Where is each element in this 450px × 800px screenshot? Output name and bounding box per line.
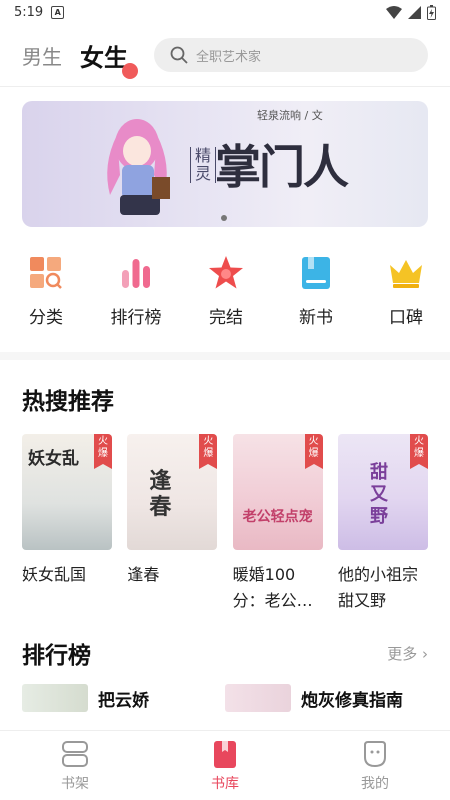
notification-icon: A <box>51 5 65 19</box>
book-card[interactable]: 甜又野 火爆 他的小祖宗甜又野 <box>337 434 428 614</box>
category-label: 完结 <box>209 308 243 328</box>
book-card[interactable]: 逢春 火爆 逢春 <box>127 434 218 614</box>
star-completed-icon <box>209 256 243 289</box>
header-divider <box>0 86 450 87</box>
nav-profile[interactable]: 我的 <box>330 739 420 793</box>
ranking-book-title: 把云娇 <box>98 690 149 711</box>
ranking-list: 把云娇 炮灰修真指南 <box>0 670 450 712</box>
banner-tag: 精灵 <box>190 147 216 183</box>
book-cover: 逢春 火爆 <box>127 434 218 550</box>
book-cover: 妖女乱 火爆 <box>22 434 112 550</box>
book-title: 他的小祖宗甜又野 <box>337 565 418 610</box>
hot-badge: 火爆 <box>94 434 112 469</box>
cover-title: 妖女乱 <box>28 449 79 469</box>
tab-female[interactable]: 女生 <box>80 38 138 79</box>
banner-author: 轻泉流响 / 文 <box>257 109 323 122</box>
cover-title: 老公轻点宠 <box>242 509 313 525</box>
more-link[interactable]: 更多 › <box>387 643 428 664</box>
hot-badge: 火爆 <box>199 434 218 469</box>
ranking-cover <box>22 684 88 712</box>
top-header: 男生 女生 全职艺术家 <box>0 24 450 86</box>
book-title: 暖婚100分：老公… <box>232 565 313 610</box>
category-item-reputation[interactable]: 口碑 <box>382 255 430 328</box>
hot-badge: 火爆 <box>304 434 323 469</box>
status-bar: 5:19 A <box>0 0 450 24</box>
category-grid-icon <box>30 257 62 289</box>
bookshelf-icon <box>62 741 88 767</box>
search-placeholder: 全职艺术家 <box>196 49 262 65</box>
search-bar[interactable]: 全职艺术家 <box>154 38 428 72</box>
search-icon <box>170 46 188 64</box>
hot-search-books: 妖女乱 火爆 妖女乱国 逢春 火爆 逢春 老公轻点宠 火爆 暖婚100分：老公…… <box>0 416 450 614</box>
ranking-book-title: 炮灰修真指南 <box>301 690 403 711</box>
new-book-icon <box>302 257 330 289</box>
category-item-completed[interactable]: 完结 <box>202 255 250 328</box>
ranking-cover <box>225 684 291 712</box>
section-divider <box>0 352 450 360</box>
category-label: 新书 <box>299 308 333 328</box>
nav-label: 书架 <box>61 776 89 792</box>
nav-label: 书库 <box>211 776 239 792</box>
profile-icon <box>364 741 386 768</box>
nav-library[interactable]: 书库 <box>180 739 270 793</box>
promo-banner[interactable]: 轻泉流响 / 文 精灵 掌门人 <box>22 101 428 227</box>
book-card[interactable]: 老公轻点宠 火爆 暖婚100分：老公… <box>232 434 323 614</box>
more-label: 更多 <box>387 644 418 663</box>
category-item-new-books[interactable]: 新书 <box>292 255 340 328</box>
active-tab-indicator <box>122 62 138 79</box>
ranking-title: 排行榜 <box>22 643 91 669</box>
category-label: 排行榜 <box>110 308 162 328</box>
book-title: 妖女乱国 <box>22 565 87 584</box>
nav-label: 我的 <box>361 776 389 792</box>
library-icon <box>214 741 236 768</box>
ranking-bars-icon <box>122 259 150 288</box>
book-cover: 老公轻点宠 火爆 <box>232 434 323 550</box>
nav-bookshelf[interactable]: 书架 <box>30 739 120 793</box>
chevron-right-icon: › <box>422 644 428 663</box>
crown-icon <box>390 260 422 288</box>
cover-title: 甜又野 <box>369 462 388 527</box>
hot-search-title: 热搜推荐 <box>22 389 114 415</box>
ranking-item[interactable]: 炮灰修真指南 <box>225 684 428 712</box>
category-label: 分类 <box>29 308 63 328</box>
book-card[interactable]: 妖女乱 火爆 妖女乱国 <box>22 434 112 614</box>
category-item-classify[interactable]: 分类 <box>22 255 70 328</box>
book-cover: 甜又野 火爆 <box>337 434 428 550</box>
tab-male[interactable]: 男生 <box>22 41 62 70</box>
ranking-item[interactable]: 把云娇 <box>22 684 225 712</box>
bottom-nav: 书架 书库 我的 <box>0 730 450 800</box>
wifi-icon <box>386 5 402 19</box>
carousel-indicator <box>221 215 227 221</box>
ranking-header: 排行榜 更多 › <box>0 626 450 670</box>
hot-badge: 火爆 <box>409 434 428 469</box>
banner-title: 掌门人 <box>215 140 349 194</box>
cover-title: 逢春 <box>149 468 172 520</box>
category-shortcuts: 分类 排行榜 完结 新书 口碑 <box>0 227 450 328</box>
battery-icon <box>427 4 436 20</box>
category-item-ranking[interactable]: 排行榜 <box>110 255 162 328</box>
cellular-icon <box>408 5 421 19</box>
category-label: 口碑 <box>389 308 423 328</box>
book-title: 逢春 <box>127 565 160 584</box>
tab-female-label: 女生 <box>80 43 128 72</box>
status-time: 5:19 <box>14 4 44 20</box>
